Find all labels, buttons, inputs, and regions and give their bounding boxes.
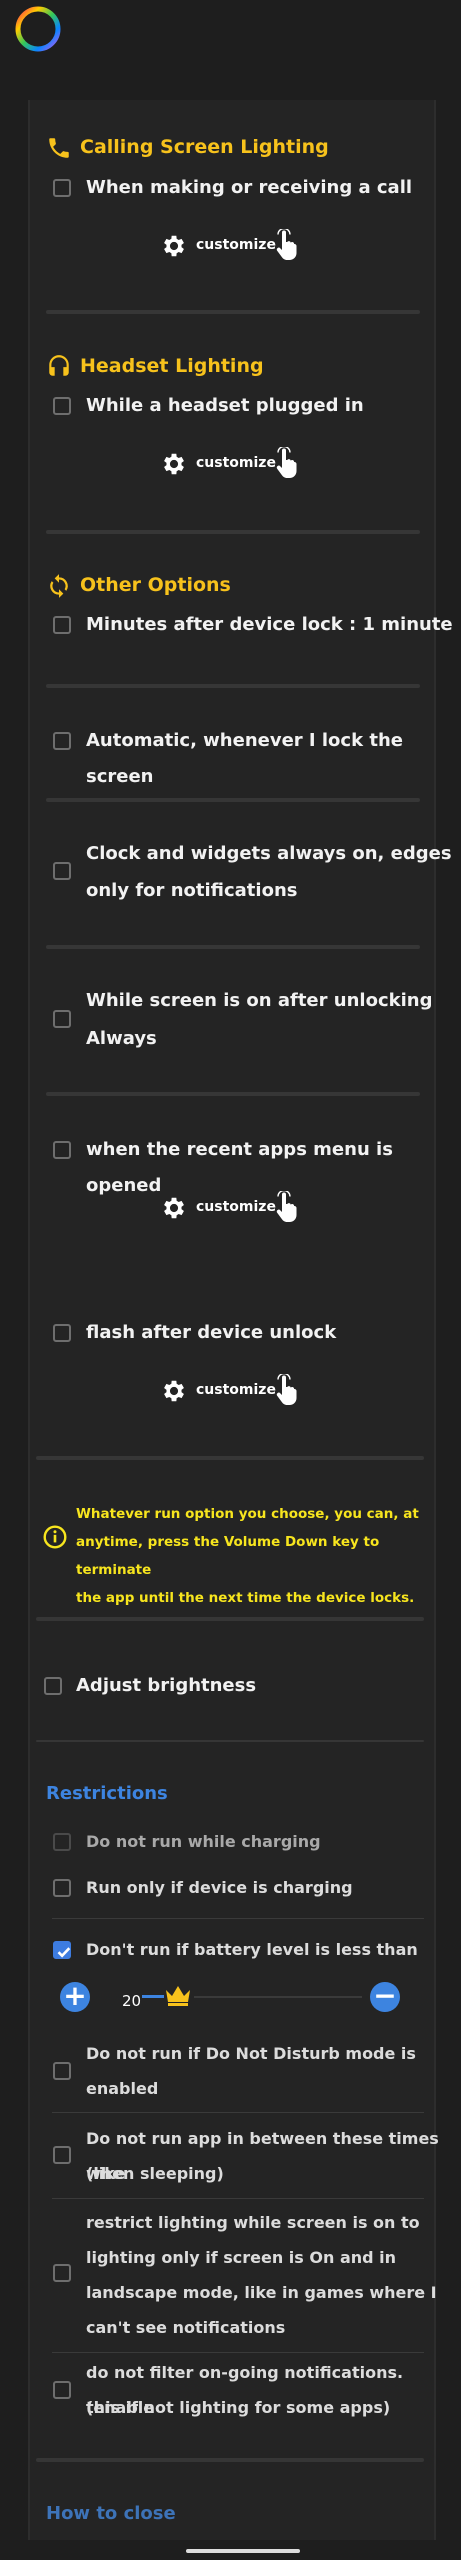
how-to-close-link[interactable]: How to close <box>46 2503 176 2524</box>
restriction-label-battery: Don't run if battery level is less than <box>86 1940 418 1959</box>
gear-icon <box>164 1197 184 1219</box>
restriction-checkbox-dnd[interactable] <box>53 2062 71 2080</box>
section-divider <box>46 530 420 534</box>
option-divider <box>46 684 420 688</box>
restriction-checkbox-times[interactable] <box>53 2146 71 2164</box>
gear-icon <box>164 453 184 475</box>
unlock-option-line1: While screen is on after unlocking <box>86 990 433 1011</box>
brightness-checkbox[interactable] <box>44 1677 62 1695</box>
section-divider <box>36 2458 424 2462</box>
calling-checkbox[interactable] <box>53 179 71 197</box>
note-line-1: Whatever run option you choose, you can,… <box>76 1506 419 1522</box>
tap-hand-icon <box>276 1191 297 1222</box>
restriction-divider <box>52 2112 424 2113</box>
automatic-option-label: Automatic, whenever I lock the screen <box>86 730 403 787</box>
battery-increase-button[interactable]: + <box>60 1979 90 2012</box>
flash-option-label: flash after device unlock <box>86 1322 337 1343</box>
restriction-label-charging: Do not run while charging <box>86 1832 321 1851</box>
volume-down-note: Whatever run option you choose, you can,… <box>76 1500 420 1612</box>
section-divider <box>36 1617 424 1621</box>
battery-slider-track[interactable] <box>194 1996 362 1998</box>
headset-option-label: While a headset plugged in <box>86 395 364 416</box>
restriction-label-landscape-line1: restrict lighting while screen is on to <box>86 2213 420 2232</box>
calling-option-label: When making or receiving a call <box>86 177 413 198</box>
calling-customize-button[interactable]: customize <box>160 229 320 263</box>
note-line-3: the app until the next time the device l… <box>76 1590 415 1606</box>
option-divider <box>46 1092 420 1096</box>
customize-label: customize <box>196 237 276 253</box>
unlock-option-line2: Always <box>86 1028 157 1049</box>
section-divider <box>46 310 420 314</box>
restriction-label-ongoing-line2: this if not lighting for some apps) <box>86 2398 391 2417</box>
restriction-checkbox-charging[interactable] <box>53 1833 71 1851</box>
other-section-title: Other Options <box>80 574 231 596</box>
tap-hand-icon <box>276 229 297 260</box>
tap-hand-icon <box>276 447 297 478</box>
home-indicator-bar[interactable] <box>186 2549 300 2553</box>
sync-icon <box>50 574 68 598</box>
battery-slider-fill <box>142 1995 164 1998</box>
battery-decrease-button[interactable]: − <box>370 1979 400 2012</box>
headphones-icon <box>49 355 69 376</box>
headset-checkbox[interactable] <box>53 397 71 415</box>
flash-customize-button[interactable]: customize <box>160 1374 320 1408</box>
restriction-label-times-line2: when sleeping) <box>86 2164 224 2183</box>
crown-icon[interactable] <box>164 1984 192 2006</box>
restriction-checkbox-only-charging[interactable] <box>53 1879 71 1897</box>
restriction-divider <box>52 1918 424 1919</box>
note-line-2: anytime, press the Volume Down key to te… <box>76 1534 380 1578</box>
restriction-label-landscape-line2: lighting only if screen is On and in <box>86 2248 397 2267</box>
section-divider <box>36 1456 424 1460</box>
top-bar <box>0 0 461 62</box>
minutes-option-label: Minutes after device lock : 1 minute <box>86 614 453 635</box>
restriction-divider <box>52 2352 424 2353</box>
restriction-checkbox-ongoing[interactable] <box>53 2381 71 2399</box>
restriction-checkbox-landscape[interactable] <box>53 2264 71 2282</box>
restriction-label-landscape-line3: landscape mode, like in games where I <box>86 2283 437 2302</box>
info-icon <box>43 1525 67 1549</box>
flash-checkbox[interactable] <box>53 1324 71 1342</box>
minutes-checkbox[interactable] <box>53 616 71 634</box>
restriction-checkbox-battery[interactable] <box>53 1941 71 1959</box>
checkmark-icon <box>57 1947 71 1958</box>
restriction-label-dnd-line1: Do not run if Do Not Disturb mode is <box>86 2044 416 2063</box>
restriction-label-dnd-line2: enabled <box>86 2079 159 2098</box>
customize-label: customize <box>196 455 276 471</box>
battery-threshold-value: 20 <box>122 1992 142 2010</box>
automatic-checkbox[interactable] <box>53 732 71 750</box>
phone-icon <box>49 138 69 158</box>
minus-glyph: − <box>373 1979 397 2012</box>
restrictions-title: Restrictions <box>46 1783 168 1804</box>
headset-customize-button[interactable]: customize <box>160 447 320 481</box>
recent-apps-checkbox[interactable] <box>53 1141 71 1159</box>
restriction-label-landscape-line4: can't see notifications <box>86 2318 286 2337</box>
clock-checkbox[interactable] <box>53 862 71 880</box>
option-divider <box>46 798 420 802</box>
restriction-divider <box>52 2198 424 2199</box>
recent-apps-customize-button[interactable]: customize <box>160 1191 320 1225</box>
customize-label: customize <box>196 1199 276 1215</box>
calling-section-title: Calling Screen Lighting <box>80 136 329 158</box>
brightness-label: Adjust brightness <box>76 1675 257 1696</box>
restriction-label-only-charging: Run only if device is charging <box>86 1878 353 1897</box>
section-divider <box>36 1740 424 1742</box>
clock-option-line1: Clock and widgets always on, edges <box>86 843 452 864</box>
clock-option-line2: only for notifications <box>86 880 298 901</box>
rainbow-ring-logo[interactable] <box>14 5 62 53</box>
headset-section-title: Headset Lighting <box>80 355 264 377</box>
tap-hand-icon <box>276 1374 297 1405</box>
gear-icon <box>164 235 184 257</box>
customize-label: customize <box>196 1382 276 1398</box>
option-divider <box>46 945 420 949</box>
unlock-checkbox[interactable] <box>53 1010 71 1028</box>
plus-glyph: + <box>63 1979 87 2012</box>
gear-icon <box>164 1380 184 1402</box>
